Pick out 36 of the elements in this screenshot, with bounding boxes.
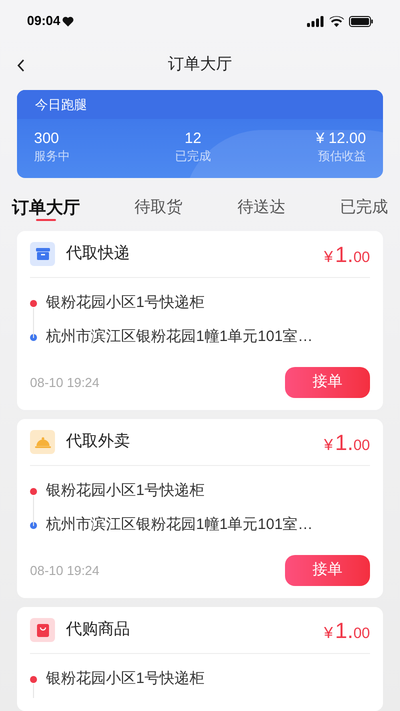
address-text: 杭州市滨江区银粉花园1幢1单元101室…: [46, 327, 313, 347]
stat-value: 12: [184, 130, 202, 148]
summary-title: 今日跑腿: [35, 96, 87, 114]
accept-button[interactable]: 接单: [285, 555, 370, 586]
address-text: 银粉花园小区1号快递柜: [46, 293, 204, 313]
stat-label: 预估收益: [318, 148, 366, 164]
shopping-bag-icon: [30, 618, 55, 642]
stat-label: 服务中: [34, 148, 70, 164]
battery-icon: [349, 16, 373, 26]
stat-value: ¥ 12.00: [316, 130, 366, 148]
order-price: ¥1.00: [324, 428, 370, 456]
address-text: 银粉花园小区1号快递柜: [46, 481, 204, 501]
stat-label: 已完成: [174, 148, 211, 164]
order-type: 代取外卖: [66, 432, 130, 452]
order-time: 08-10 19:24: [30, 562, 100, 580]
page-title: 订单大厅: [168, 54, 232, 75]
address-text: 银粉花园小区1号快递柜: [46, 669, 204, 689]
address-text: 杭州市滨江区银粉花园1幢1单元101室…: [46, 515, 313, 535]
tab[interactable]: 待取货: [134, 195, 183, 221]
box-icon: [30, 242, 55, 266]
back-icon: [17, 58, 25, 72]
food-cover-icon: [30, 430, 55, 454]
wifi-icon: [329, 16, 344, 26]
stat-value: 300: [34, 130, 60, 148]
order-type: 代购商品: [66, 620, 130, 640]
tab[interactable]: 待送达: [237, 195, 286, 221]
signal-icon: [307, 16, 324, 26]
heart-icon: [62, 16, 74, 26]
order-type: 代取快递: [66, 244, 130, 264]
order-price: ¥1.00: [324, 616, 370, 644]
tab[interactable]: 订单大厅: [12, 195, 80, 221]
tab[interactable]: 已完成: [340, 195, 388, 221]
order-price: ¥1.00: [324, 240, 370, 268]
accept-button[interactable]: 接单: [285, 367, 370, 398]
order-time: 08-10 19:24: [30, 374, 100, 392]
status-time: 09:04: [27, 12, 60, 30]
